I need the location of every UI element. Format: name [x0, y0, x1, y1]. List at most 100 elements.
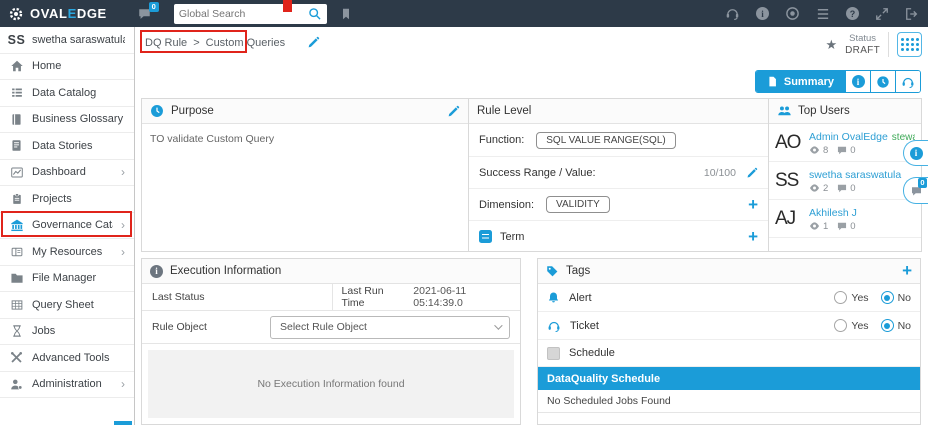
execution-information-panel: i Execution Information Last Status Last…	[141, 258, 521, 425]
add-dimension-button[interactable]: +	[748, 196, 758, 213]
ticket-label: Ticket	[570, 319, 599, 332]
rule-object-select[interactable]: Select Rule Object	[270, 315, 510, 339]
users-icon	[777, 105, 792, 117]
last-status-label: Last Status	[142, 284, 333, 310]
sidebar-item-advanced-tools[interactable]: Advanced Tools	[0, 345, 134, 372]
view-toolbar: Summary i	[754, 70, 921, 93]
floating-info-button[interactable]: i	[903, 140, 928, 166]
notification-badge: 0	[148, 1, 159, 12]
user-link[interactable]: Akhilesh J	[809, 207, 915, 219]
user-link[interactable]: Admin OvalEdgesteward ...	[809, 131, 915, 143]
clipboard-icon	[9, 192, 24, 206]
ticket-headset-icon	[547, 319, 561, 333]
star-icon[interactable]: ★	[826, 37, 838, 53]
status-cluster: ★ Status DRAFT	[826, 32, 922, 57]
info-view-button[interactable]: i	[845, 71, 870, 92]
user-name: swetha saraswatula	[32, 33, 125, 46]
sidebar-item-business-glossary[interactable]: Business Glossary	[0, 107, 134, 133]
sidebar-item-data-catalog[interactable]: Data Catalog	[0, 80, 134, 107]
info-icon: i	[150, 264, 163, 278]
sidebar-item-projects[interactable]: Projects	[0, 186, 134, 213]
fullscreen-icon[interactable]	[875, 7, 889, 21]
comment-icon	[837, 222, 847, 231]
comment-icon	[837, 184, 847, 193]
logout-icon[interactable]	[905, 7, 919, 21]
purpose-panel: Purpose TO validate Custom Query	[141, 98, 469, 252]
grid-dots-icon	[900, 38, 919, 51]
hourglass-icon	[9, 324, 24, 338]
edit-purpose-pencil-icon[interactable]	[447, 105, 460, 118]
chevron-right-icon: ›	[121, 165, 125, 180]
chevron-right-icon: ›	[121, 244, 125, 259]
rule-level-panel: Rule Level Function: SQL VALUE RANGE(SQL…	[468, 98, 769, 252]
main-content: DQ Rule > Custom Queries ★ Status DRAFT …	[136, 27, 928, 425]
sidebar-item-file-manager[interactable]: File Manager	[0, 266, 134, 292]
sidebar-user[interactable]: SS swetha saraswatula	[0, 27, 134, 54]
ticket-no-radio[interactable]	[880, 319, 894, 332]
search-icon[interactable]	[308, 7, 322, 21]
purpose-text: TO validate Custom Query	[150, 133, 275, 145]
governance-bank-icon	[9, 218, 24, 232]
sidebar-item-my-resources[interactable]: My Resources ›	[0, 239, 134, 266]
sidebar-collapse-button[interactable]	[114, 421, 132, 425]
success-range-label: Success Range / Value:	[479, 166, 596, 179]
support-view-button[interactable]	[895, 71, 920, 92]
term-label: Term	[500, 230, 525, 243]
support-headset-icon[interactable]	[725, 6, 740, 21]
apps-grid-button[interactable]	[897, 32, 922, 57]
eye-icon	[809, 184, 820, 192]
bookmark-icon[interactable]	[340, 7, 352, 21]
ovaledge-logo[interactable]: OVALEDGE	[8, 6, 107, 22]
info-icon[interactable]: i	[756, 7, 769, 20]
sidebar-item-governance-catalog[interactable]: Governance Catalog ›	[0, 213, 134, 239]
sidebar-item-jobs[interactable]: Jobs	[0, 319, 134, 345]
user-initials: SS	[7, 32, 26, 47]
status-label: Status	[849, 33, 877, 44]
top-bar: OVALEDGE 0 i ?	[0, 0, 928, 27]
user-link[interactable]: swetha saraswatula	[809, 169, 915, 181]
eye-icon	[809, 146, 820, 154]
sidebar-item-query-sheet[interactable]: Query Sheet	[0, 292, 134, 319]
top-user-row: AJ Akhilesh J 1 0	[769, 200, 921, 238]
help-icon[interactable]: ?	[846, 7, 859, 20]
schedule-checkbox[interactable]	[547, 346, 560, 360]
history-clock-button[interactable]	[870, 71, 895, 92]
breadcrumb-separator: >	[193, 36, 200, 49]
ticket-yes-radio[interactable]	[834, 319, 848, 332]
bell-icon	[547, 291, 560, 305]
clock-icon	[150, 104, 164, 118]
status-value: DRAFT	[845, 44, 880, 56]
add-term-button[interactable]: +	[748, 228, 758, 245]
dimension-value-pill[interactable]: VALIDITY	[546, 196, 610, 213]
edit-title-pencil-icon[interactable]	[307, 36, 320, 49]
chevron-right-icon: ›	[121, 377, 125, 392]
glossary-book-icon	[9, 113, 24, 126]
list-icon	[9, 86, 24, 99]
tags-panel: Tags + Alert Yes No Ticket Yes No Schedu…	[537, 258, 921, 425]
sidebar-item-data-stories[interactable]: Data Stories	[0, 133, 134, 160]
alert-label: Alert	[569, 291, 592, 304]
breadcrumb-root[interactable]: DQ Rule	[145, 37, 187, 49]
table-icon	[9, 299, 24, 311]
notifications-chat-icon[interactable]: 0	[137, 1, 159, 21]
summary-button[interactable]: Summary	[755, 71, 845, 92]
sidebar-item-dashboard[interactable]: Dashboard ›	[0, 160, 134, 186]
brand-text: OVALEDGE	[30, 6, 107, 21]
edit-success-range-pencil-icon[interactable]	[746, 167, 758, 179]
floating-chat-button[interactable]: 0	[903, 177, 928, 204]
sidebar-item-home[interactable]: Home	[0, 54, 134, 80]
document-icon	[767, 75, 778, 88]
alert-no-radio[interactable]	[880, 291, 894, 304]
dimension-label: Dimension:	[479, 198, 535, 211]
dashboard-chart-icon	[9, 166, 24, 179]
alert-yes-radio[interactable]	[834, 291, 848, 304]
add-tag-button[interactable]: +	[902, 262, 912, 279]
browser-icon[interactable]	[785, 6, 800, 21]
divider	[888, 32, 889, 57]
menu-icon[interactable]	[816, 8, 830, 20]
global-search-box	[173, 3, 327, 24]
purpose-title: Purpose	[171, 105, 214, 117]
function-value-pill[interactable]: SQL VALUE RANGE(SQL)	[536, 131, 676, 149]
sidebar-item-administration[interactable]: Administration ›	[0, 372, 134, 398]
execution-empty-message: No Execution Information found	[148, 350, 514, 418]
